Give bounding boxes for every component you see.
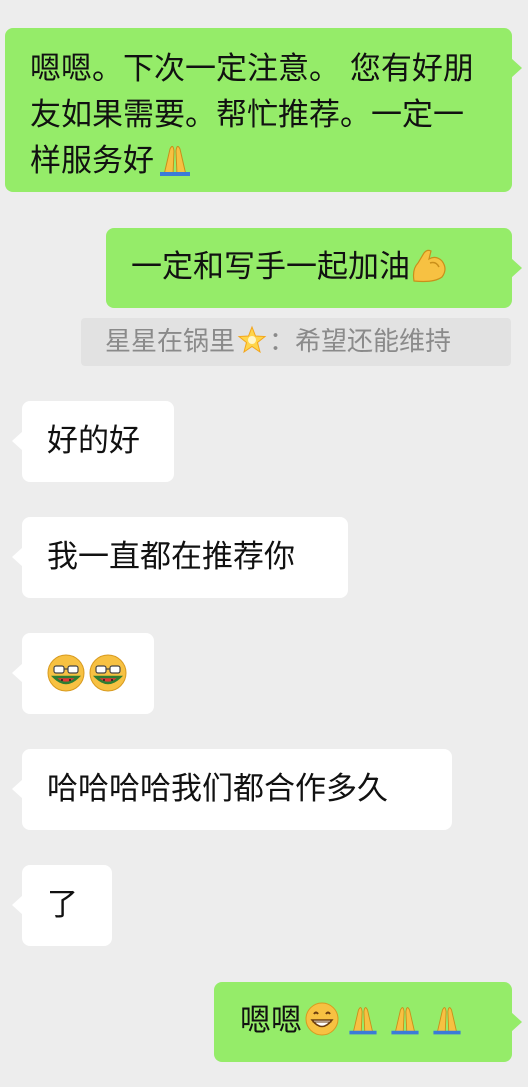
pray-icon: [154, 141, 196, 177]
message-bubble-incoming[interactable]: 我一直都在推荐你: [12, 517, 348, 598]
bubble-tail: [511, 1012, 522, 1032]
star-icon: [237, 325, 267, 355]
watermelon-face-icon: [46, 653, 86, 693]
message-text: 了: [47, 887, 78, 923]
pray-icon: [386, 1001, 424, 1037]
message-bubble-outgoing[interactable]: 嗯嗯: [214, 982, 522, 1062]
message-bubble-incoming[interactable]: [12, 633, 154, 714]
message-text: 哈哈哈哈我们都合作多久: [47, 771, 388, 807]
quoted-message[interactable]: 星星在锅里 ：希望还能维持: [81, 318, 511, 366]
watermelon-face-icon: [88, 653, 128, 693]
chat-message-list[interactable]: 嗯嗯。下次一定注意。 您有好朋友如果需要。帮忙推荐。一定一样服务好 一定和写手一…: [0, 0, 528, 1087]
message-text: 嗯嗯: [240, 1003, 302, 1039]
quote-text: 希望还能维持: [295, 327, 452, 357]
message-bubble-outgoing[interactable]: 嗯嗯。下次一定注意。 您有好朋友如果需要。帮忙推荐。一定一样服务好: [5, 28, 522, 192]
pray-icon: [344, 1001, 382, 1037]
quote-separator: ：: [269, 327, 296, 357]
message-text: 我一直都在推荐你: [47, 539, 295, 575]
message-bubble-incoming[interactable]: 好的好: [12, 401, 174, 482]
bubble-tail: [12, 663, 23, 683]
quote-author: 星星在锅里: [105, 327, 236, 357]
bubble-tail: [12, 779, 23, 799]
pray-icon: [428, 1001, 466, 1037]
grin-icon: [304, 1001, 340, 1037]
message-text: 好的好: [47, 423, 140, 459]
message-bubble-incoming[interactable]: 了: [12, 865, 112, 946]
message-text: 嗯嗯。下次一定注意。 您有好朋友如果需要。帮忙推荐。一定一样服务好: [30, 51, 474, 179]
message-text: 一定和写手一起加油: [131, 249, 410, 285]
bubble-tail: [511, 58, 522, 78]
bubble-tail: [511, 258, 522, 278]
bubble-tail: [12, 895, 23, 915]
message-bubble-incoming[interactable]: 哈哈哈哈我们都合作多久: [12, 749, 452, 830]
bubble-tail: [12, 431, 23, 451]
bubble-tail: [12, 547, 23, 567]
message-bubble-outgoing[interactable]: 一定和写手一起加油: [106, 228, 522, 308]
flexed-biceps-icon: [410, 247, 450, 283]
